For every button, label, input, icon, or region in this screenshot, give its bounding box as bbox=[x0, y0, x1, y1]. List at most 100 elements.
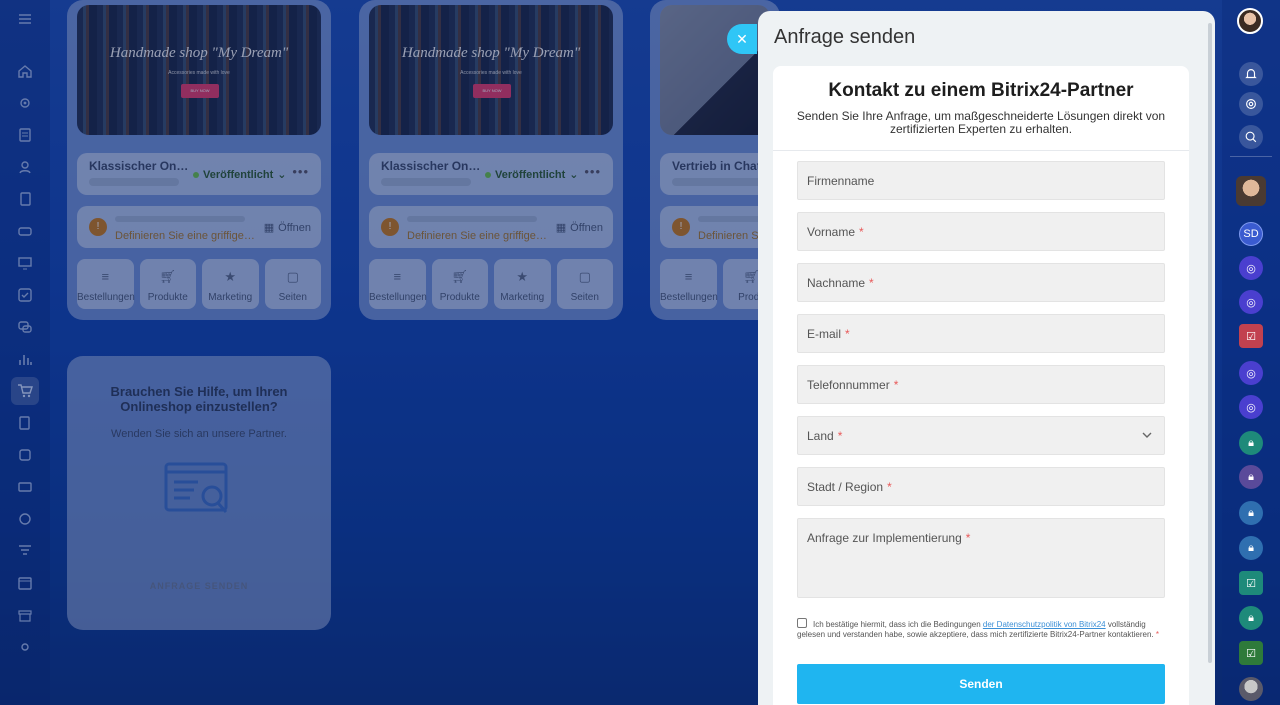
task-icon[interactable]: ☑ bbox=[1239, 324, 1263, 348]
shop-preview-image[interactable]: Handmade shop "My Dream" Accessories mad… bbox=[369, 5, 613, 135]
country-select[interactable]: Land * bbox=[797, 416, 1165, 455]
company-field[interactable]: Firmenname bbox=[797, 161, 1165, 200]
close-button[interactable]: ✕ bbox=[727, 24, 757, 54]
edit-icon[interactable] bbox=[16, 414, 34, 432]
lock-icon[interactable]: 🔒︎ bbox=[1239, 431, 1263, 455]
copilot-icon[interactable] bbox=[1239, 92, 1263, 116]
documents-icon[interactable] bbox=[16, 190, 34, 208]
analytics-icon[interactable] bbox=[16, 350, 34, 368]
status-dropdown[interactable]: Veröffentlicht ⌄ bbox=[485, 168, 579, 181]
open-button[interactable]: ▦ Öffnen bbox=[556, 221, 603, 235]
avatar[interactable] bbox=[1237, 8, 1263, 34]
panel-title: Anfrage senden bbox=[774, 26, 916, 48]
consent-checkbox[interactable] bbox=[797, 618, 807, 628]
lock-icon[interactable]: 🔒︎ bbox=[1239, 501, 1263, 525]
help-card: Brauchen Sie Hilfe, um Ihren Onlineshop … bbox=[67, 356, 331, 630]
tasks-icon[interactable] bbox=[16, 286, 34, 304]
tile-label: Seiten bbox=[278, 292, 307, 303]
payments-icon[interactable] bbox=[16, 478, 34, 496]
field-placeholder: Firmenname bbox=[807, 173, 875, 188]
tile-pages[interactable]: ▢ Seiten bbox=[264, 259, 321, 309]
menu-icon[interactable] bbox=[16, 10, 34, 28]
chat-channel-icon[interactable]: ◎ bbox=[1239, 290, 1263, 314]
tile-orders[interactable]: ≡ Bestellungen bbox=[660, 259, 718, 309]
shop-preview-image[interactable]: Handmade shop "My Dream" Accessories mad… bbox=[77, 5, 321, 135]
contact-avatar[interactable] bbox=[1239, 677, 1263, 701]
inventory-icon[interactable] bbox=[16, 446, 34, 464]
search-document-icon bbox=[164, 462, 228, 513]
email-field[interactable]: E-mail * bbox=[797, 314, 1165, 353]
gear-icon[interactable] bbox=[16, 94, 34, 112]
bell-icon[interactable] bbox=[1239, 62, 1263, 86]
required-mark: * bbox=[869, 275, 874, 290]
market-icon[interactable] bbox=[16, 606, 34, 624]
contact-avatar[interactable] bbox=[1236, 176, 1266, 206]
lock-icon[interactable]: 🔒︎ bbox=[1239, 465, 1263, 489]
domain-hint[interactable]: Definieren Sie eine griffige ... bbox=[407, 230, 547, 242]
chevron-down-icon: ⌄ bbox=[277, 169, 287, 181]
search-icon[interactable] bbox=[1239, 125, 1263, 149]
submit-button[interactable]: Senden bbox=[797, 664, 1165, 704]
request-textarea[interactable]: Anfrage zur Implementierung * bbox=[797, 518, 1165, 598]
lock-icon[interactable]: 🔒︎ bbox=[1239, 606, 1263, 630]
domain-hint[interactable]: Definieren Sie eine griffige ... bbox=[115, 230, 255, 242]
lock-icon[interactable]: 🔒︎ bbox=[1239, 536, 1263, 560]
shop-name[interactable]: Klassischer Onli... bbox=[89, 159, 189, 173]
help-title: Brauchen Sie Hilfe, um Ihren Onlineshop … bbox=[110, 384, 288, 414]
scrollbar[interactable] bbox=[1208, 23, 1212, 663]
contacts-icon[interactable] bbox=[16, 158, 34, 176]
tile-label: Bestellungen bbox=[660, 292, 718, 303]
last-name-field[interactable]: Nachname * bbox=[797, 263, 1165, 302]
chat-channel-icon[interactable]: ◎ bbox=[1239, 256, 1263, 280]
status-dropdown[interactable]: Veröffentlicht ⌄ bbox=[193, 168, 287, 181]
warning-icon: ! bbox=[381, 218, 399, 236]
tile-orders[interactable]: ≡ Bestellungen bbox=[77, 259, 135, 309]
contact-sd-avatar[interactable]: SD bbox=[1239, 222, 1263, 246]
chat-channel-icon[interactable]: ◎ bbox=[1239, 395, 1263, 419]
tile-pages[interactable]: ▢ Seiten bbox=[556, 259, 613, 309]
filter-icon[interactable] bbox=[16, 542, 34, 560]
shop-name[interactable]: Klassischer Onli... bbox=[381, 159, 481, 173]
marketing-icon[interactable] bbox=[16, 510, 34, 528]
shop-card[interactable]: Handmade shop "My Dream" Accessories mad… bbox=[359, 0, 623, 320]
cart-icon: 🛒︎ bbox=[159, 269, 176, 284]
form-title: Kontakt zu einem Bitrix24-Partner bbox=[828, 80, 1134, 101]
feed-icon[interactable] bbox=[16, 126, 34, 144]
task-icon[interactable]: ☑ bbox=[1239, 641, 1263, 665]
sites-icon[interactable] bbox=[16, 254, 34, 272]
shop-name[interactable]: Vertrieb in Chat bbox=[672, 159, 772, 173]
chat-icon[interactable] bbox=[16, 318, 34, 336]
task-icon[interactable]: ☑ bbox=[1239, 571, 1263, 595]
drive-icon[interactable] bbox=[16, 222, 34, 240]
home-icon[interactable] bbox=[16, 62, 34, 80]
tile-products[interactable]: 🛒︎ Produkte bbox=[431, 259, 488, 309]
send-request-link[interactable]: ANFRAGE SENDEN bbox=[67, 581, 331, 591]
more-menu-icon[interactable]: ••• bbox=[292, 164, 309, 179]
shop-domain-row: ! Definieren Sie eine griffige ... ▦ Öff… bbox=[77, 206, 321, 248]
phone-field[interactable]: Telefonnummer * bbox=[797, 365, 1165, 404]
chevron-down-icon: ⌄ bbox=[569, 169, 579, 181]
funnel-icon: ≡ bbox=[684, 269, 693, 284]
calendar-icon[interactable] bbox=[16, 574, 34, 592]
chat-channel-icon[interactable]: ◎ bbox=[1239, 361, 1263, 385]
domain-placeholder bbox=[407, 216, 537, 222]
field-placeholder: Anfrage zur Implementierung bbox=[807, 531, 962, 545]
tile-label: Seiten bbox=[570, 292, 599, 303]
tile-marketing[interactable]: ★ Marketing bbox=[202, 259, 259, 309]
partner-form: Kontakt zu einem Bitrix24-Partner Senden… bbox=[773, 66, 1189, 705]
avatar-initials: SD bbox=[1243, 228, 1259, 240]
settings-icon[interactable] bbox=[16, 638, 34, 656]
status-dot-icon bbox=[485, 171, 491, 178]
required-mark: * bbox=[887, 479, 892, 494]
city-field[interactable]: Stadt / Region * bbox=[797, 467, 1165, 506]
shop-cart-icon[interactable] bbox=[16, 382, 34, 400]
more-menu-icon[interactable]: ••• bbox=[584, 164, 601, 179]
tile-orders[interactable]: ≡ Bestellungen bbox=[369, 259, 427, 309]
first-name-field[interactable]: Vorname * bbox=[797, 212, 1165, 251]
shop-card[interactable]: Handmade shop "My Dream" Accessories mad… bbox=[67, 0, 331, 320]
open-button[interactable]: ▦ Öffnen bbox=[264, 221, 311, 235]
tile-products[interactable]: 🛒︎ Produkte bbox=[139, 259, 196, 309]
privacy-policy-link[interactable]: der Datenschutzpolitik von Bitrix24 bbox=[983, 620, 1106, 629]
shop-image-title: Handmade shop "My Dream" bbox=[401, 45, 581, 61]
tile-marketing[interactable]: ★ Marketing bbox=[494, 259, 551, 309]
